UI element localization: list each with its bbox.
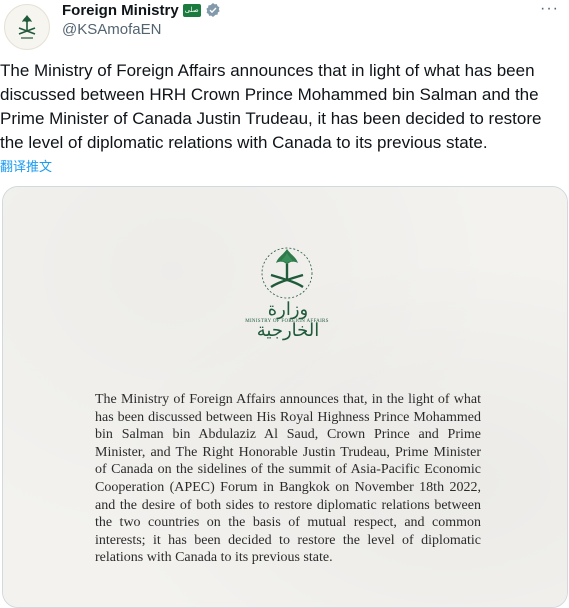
tweet-image[interactable]: وزارة الخارجية MINISTRY OF FOREIGN AFFAI… <box>2 186 568 608</box>
more-options-icon[interactable]: ··· <box>540 0 559 18</box>
ministry-subtitle: MINISTRY OF FOREIGN AFFAIRS <box>245 319 329 324</box>
handle[interactable]: @KSAmofaEN <box>62 21 221 38</box>
saudi-flag-icon: صلى <box>182 3 201 17</box>
ministry-emblem-icon <box>261 247 313 299</box>
emblem-icon <box>18 15 36 39</box>
translate-tweet-link[interactable]: 翻译推文 <box>0 156 52 175</box>
letter-body: The Ministry of Foreign Affairs announce… <box>95 392 481 566</box>
display-name[interactable]: Foreign Ministry <box>62 2 179 19</box>
tweet-header: Foreign Ministry صلى @KSAmofaEN <box>62 0 221 38</box>
verified-badge-icon <box>206 3 220 17</box>
tweet-text: The Ministry of Foreign Affairs announce… <box>0 61 542 152</box>
avatar[interactable] <box>4 4 50 50</box>
